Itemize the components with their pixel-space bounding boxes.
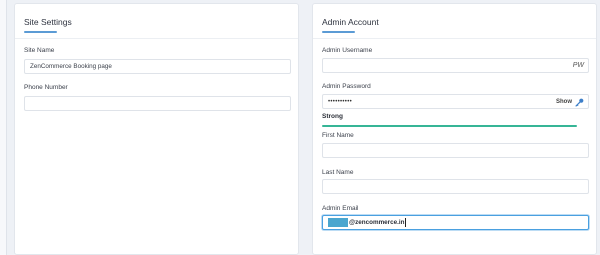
first-name-label: First Name (322, 132, 354, 139)
admin-username-label: Admin Username (322, 47, 373, 54)
card-divider (15, 38, 298, 39)
phone-number-input[interactable] (24, 96, 291, 111)
admin-password-value: •••••••••• (328, 99, 353, 105)
email-selected-text (328, 217, 348, 227)
admin-password-input[interactable]: •••••••••• Show (322, 94, 589, 109)
card-divider (313, 38, 596, 39)
admin-email-input[interactable]: @zencommerce.in (322, 215, 589, 230)
admin-password-label: Admin Password (322, 83, 371, 90)
site-name-input[interactable]: ZenCommerce Booking page (24, 59, 291, 74)
admin-account-card: Admin Account Admin Username PW Admin Pa… (312, 3, 597, 255)
site-settings-title-underline (24, 31, 57, 33)
key-icon[interactable] (575, 98, 584, 107)
show-password-toggle[interactable]: Show (556, 97, 572, 107)
site-settings-card: Site Settings Site Name ZenCommerce Book… (14, 3, 299, 255)
last-name-label: Last Name (322, 169, 354, 176)
last-name-input[interactable] (322, 179, 589, 194)
password-strength-text: Strong (322, 113, 343, 120)
phone-number-label: Phone Number (24, 84, 68, 91)
text-caret (404, 218, 406, 227)
first-name-input[interactable] (322, 143, 589, 158)
admin-account-title: Admin Account (322, 17, 379, 27)
admin-account-title-underline (322, 31, 355, 33)
left-sidebar-strip (0, 0, 7, 255)
generate-password-button[interactable]: PW (573, 61, 584, 71)
site-settings-title: Site Settings (24, 17, 72, 27)
admin-email-domain: @zencommerce.in (349, 219, 405, 226)
admin-username-input[interactable]: PW (322, 58, 589, 73)
admin-email-label: Admin Email (322, 205, 359, 212)
password-strength-bar (322, 125, 577, 127)
site-name-label: Site Name (24, 47, 55, 54)
